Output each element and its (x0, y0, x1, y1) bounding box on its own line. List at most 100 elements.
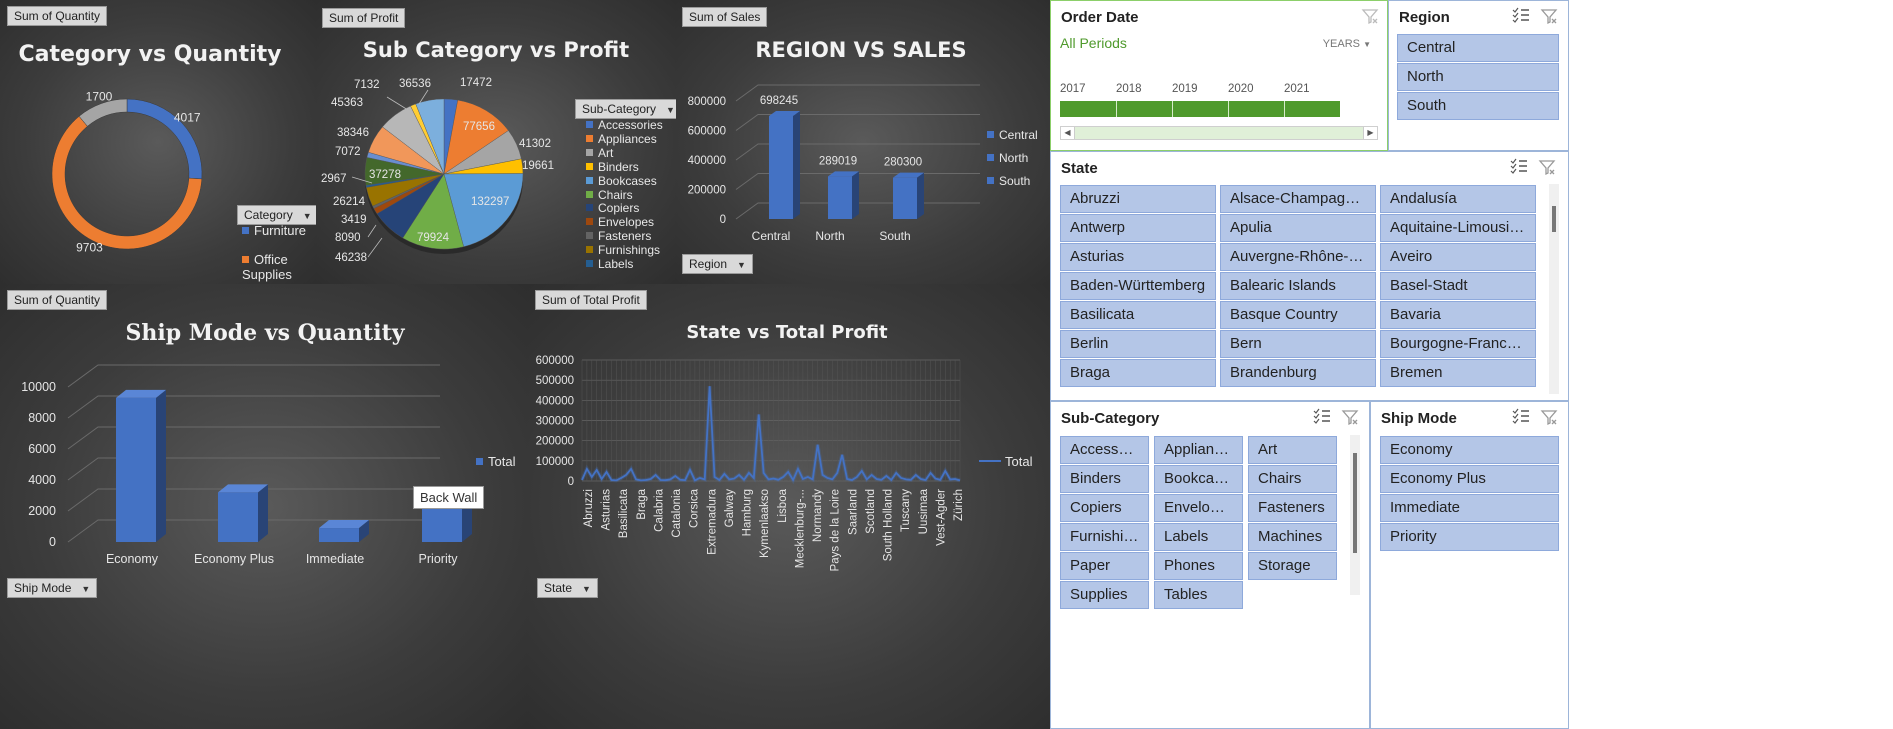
x-tick-label: Scotland (865, 489, 877, 534)
scroll-left-icon[interactable]: ◀ (1061, 127, 1075, 139)
multi-select-icon[interactable] (1512, 7, 1530, 23)
clear-filter-icon[interactable] (1538, 158, 1556, 176)
subcategory-legend-item: Chairs (586, 188, 633, 202)
subcategory-filter-button[interactable]: Sub-Category (575, 99, 676, 119)
slicer-item-apulia[interactable]: Apulia (1220, 214, 1376, 242)
slicer-item-fasteners[interactable]: Fasteners (1248, 494, 1337, 522)
slicer-item-bourgogne-franche-[interactable]: Bourgogne-Franche-... (1380, 330, 1536, 358)
slicer-item-labels[interactable]: Labels (1154, 523, 1243, 551)
legend-label: Appliances (598, 131, 657, 146)
legend-label: Copiers (598, 201, 640, 216)
subcategory-slicer-scrollbar[interactable] (1350, 435, 1360, 595)
slicer-item-basque-country[interactable]: Basque Country (1220, 301, 1376, 329)
shipmode-filter-button[interactable]: Ship Mode (7, 578, 98, 598)
slicer-item-basel-stadt[interactable]: Basel-Stadt (1380, 272, 1536, 300)
multi-select-icon[interactable] (1510, 158, 1528, 174)
y-tick-label: 0 (49, 535, 56, 549)
slicer-item-bookcases[interactable]: Bookcases (1154, 465, 1243, 493)
slicer-item-basilicata[interactable]: Basilicata (1060, 301, 1216, 329)
slicer-item-bern[interactable]: Bern (1220, 330, 1376, 358)
slicer-item-accessories[interactable]: Accessories (1060, 436, 1149, 464)
state-slicer: State Abruzzi Alsace-Champagne-... Andalus… (1050, 151, 1569, 401)
y-tick-label: 400000 (688, 155, 726, 167)
x-tick-label: South Holland (883, 489, 895, 561)
multi-select-icon[interactable] (1512, 408, 1530, 424)
slicer-item-berlin[interactable]: Berlin (1060, 330, 1216, 358)
slicer-item-asturias[interactable]: Asturias (1060, 243, 1216, 271)
region-filter-button[interactable]: Region (682, 254, 753, 274)
slicer-item-machines[interactable]: Machines (1248, 523, 1337, 551)
slicer-item-north[interactable]: North (1397, 63, 1559, 91)
slicer-item-appliances[interactable]: Appliances (1154, 436, 1243, 464)
slicer-item-south[interactable]: South (1397, 92, 1559, 120)
state-slicer-scrollbar[interactable] (1549, 184, 1559, 394)
subcategory-legend-item: Envelopes (586, 215, 654, 229)
slicer-item-aquitaine-limousin-[interactable]: Aquitaine-Limousin-... (1380, 214, 1536, 242)
subcategory-profit-panel: Sum of Profit Sub Category vs Profit 174… (316, 0, 676, 284)
slicer-item-storage[interactable]: Storage (1248, 552, 1337, 580)
legend-swatch (586, 218, 593, 226)
subcategory-legend-item: Fasteners (586, 229, 651, 243)
clear-filter-icon[interactable] (1361, 7, 1379, 25)
timeline-level-select[interactable]: YEARS ▼ (1323, 38, 1371, 50)
legend-swatch (586, 121, 593, 128)
x-tick-label: Calabria (653, 488, 665, 531)
x-tick-label: North (815, 229, 844, 243)
slicer-item-central[interactable]: Central (1397, 34, 1559, 62)
timeline-period-divider (1228, 101, 1229, 117)
slicer-item-economy-plus[interactable]: Economy Plus (1380, 465, 1559, 493)
pie-data-label: 3419 (341, 214, 367, 226)
category-legend-furniture: Furniture (242, 223, 306, 238)
slicer-item-antwerp[interactable]: Antwerp (1060, 214, 1216, 242)
region-legend-item: South (987, 174, 1030, 188)
scroll-right-icon[interactable]: ▶ (1363, 127, 1377, 139)
scroll-thumb[interactable] (1353, 453, 1357, 553)
slicer-item-priority[interactable]: Priority (1380, 523, 1559, 551)
scroll-thumb[interactable] (1552, 206, 1556, 232)
slicer-item-envelopes[interactable]: Envelopes (1154, 494, 1243, 522)
slicer-item-copiers[interactable]: Copiers (1060, 494, 1149, 522)
slicer-item-andalus-a[interactable]: Andalusía (1380, 185, 1536, 213)
clear-filter-icon[interactable] (1540, 408, 1558, 426)
x-tick-label: Priority (419, 552, 459, 566)
y-tick-label: 100000 (536, 456, 574, 468)
multi-select-icon[interactable] (1313, 408, 1331, 424)
slicer-item-brandenburg[interactable]: Brandenburg (1220, 359, 1376, 387)
x-tick-label: Kymenlaakso (759, 489, 771, 558)
slicer-item-auvergne-rh-ne-alpes[interactable]: Auvergne-Rhône-Alpes (1220, 243, 1376, 271)
slicer-item-binders[interactable]: Binders (1060, 465, 1149, 493)
pie-data-label: 7132 (354, 79, 380, 91)
x-tick-label: Saarland (847, 489, 859, 535)
pie-data-label: 36536 (399, 78, 431, 90)
pie-data-label: 132297 (471, 196, 509, 208)
shipmode-quantity-panel: Sum of Quantity Ship Mode vs Quantity 02… (0, 284, 527, 729)
slicer-item-economy[interactable]: Economy (1380, 436, 1559, 464)
slicer-item-bavaria[interactable]: Bavaria (1380, 301, 1536, 329)
slicer-item-paper[interactable]: Paper (1060, 552, 1149, 580)
x-tick-label: Vest-Agder (935, 489, 947, 546)
category-filter-button[interactable]: Category (237, 205, 316, 225)
slicer-item-furnishings[interactable]: Furnishings (1060, 523, 1149, 551)
clear-filter-icon[interactable] (1341, 408, 1359, 426)
timeline-year-label: 2018 (1116, 83, 1142, 95)
clear-filter-icon[interactable] (1540, 7, 1558, 25)
slicer-item-chairs[interactable]: Chairs (1248, 465, 1337, 493)
slicer-item-balearic-islands[interactable]: Balearic Islands (1220, 272, 1376, 300)
timeline-selection-bar[interactable] (1060, 101, 1340, 117)
slicer-item-supplies[interactable]: Supplies (1060, 581, 1149, 609)
slicer-item-abruzzi[interactable]: Abruzzi (1060, 185, 1216, 213)
slicer-item-immediate[interactable]: Immediate (1380, 494, 1559, 522)
slicer-item-phones[interactable]: Phones (1154, 552, 1243, 580)
state-filter-button[interactable]: State (537, 578, 598, 598)
y-tick-label: 8000 (28, 411, 56, 425)
state-legend-total: Total (979, 454, 1032, 469)
slicer-item-alsace-champagne-[interactable]: Alsace-Champagne-... (1220, 185, 1376, 213)
timeline-scrollbar[interactable]: ◀ ▶ (1060, 126, 1378, 140)
slicer-item-bremen[interactable]: Bremen (1380, 359, 1536, 387)
slicer-item-braga[interactable]: Braga (1060, 359, 1216, 387)
slicer-item-aveiro[interactable]: Aveiro (1380, 243, 1536, 271)
slicer-item-tables[interactable]: Tables (1154, 581, 1243, 609)
slicer-item-art[interactable]: Art (1248, 436, 1337, 464)
legend-swatch (586, 162, 593, 170)
slicer-item-baden-w-rttemberg[interactable]: Baden-Württemberg (1060, 272, 1216, 300)
